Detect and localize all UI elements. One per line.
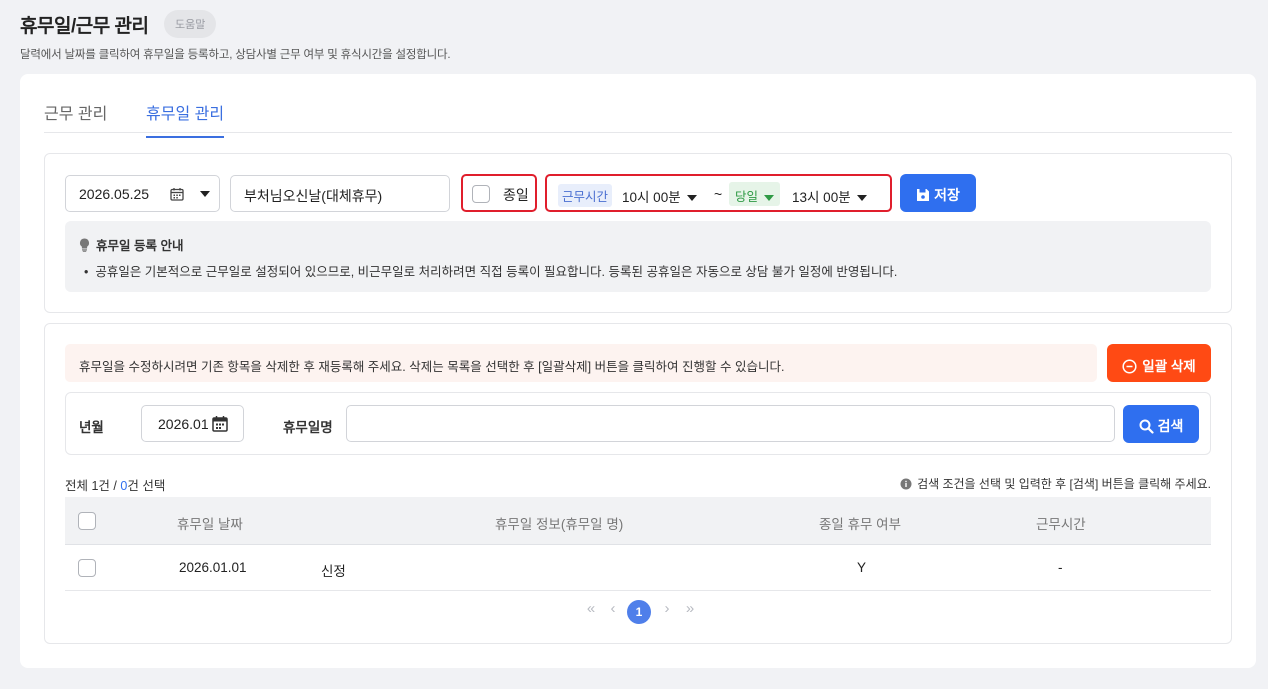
- date-picker[interactable]: 2026.05.25: [65, 175, 220, 212]
- holiday-register-section: 2026.05.25 부처님오신날(대체휴무) 종일 근무시간 10시 00분 …: [44, 153, 1232, 313]
- holiday-name-search-input[interactable]: [346, 405, 1115, 442]
- save-label: 저장: [934, 187, 960, 203]
- select-all-checkbox[interactable]: [78, 512, 96, 530]
- time-separator: ~: [714, 186, 723, 202]
- row-checkbox[interactable]: [78, 559, 96, 577]
- first-page-button[interactable]: «: [580, 600, 602, 624]
- column-header: 종일 휴무 여부: [819, 517, 902, 532]
- selected-count-text: 건 선택: [127, 479, 166, 493]
- holiday-notice: 휴무일 등록 안내 • 공휴일은 기본적으로 근무일로 설정되어 있으므로, 비…: [65, 221, 1211, 292]
- floppy-disk-icon: [917, 189, 930, 201]
- page-description: 달력에서 날짜를 클릭하여 휴무일을 등록하고, 상담사별 근무 여부 및 휴식…: [20, 49, 451, 61]
- date-value: 2026.05.25: [79, 186, 150, 202]
- last-page-button[interactable]: »: [679, 600, 701, 624]
- year-month-value: 2026.01: [158, 416, 209, 432]
- edit-warning: 휴무일을 수정하시려면 기존 항목을 삭제한 후 재등록해 주세요. 삭제는 목…: [65, 344, 1097, 382]
- holiday-name-input[interactable]: 부처님오신날(대체휴무): [230, 175, 450, 212]
- bulk-delete-label: 일괄 삭제: [1142, 359, 1196, 374]
- tab-bar: 근무 관리 휴무일 관리: [44, 74, 1232, 138]
- notice-text: 공휴일은 기본적으로 근무일로 설정되어 있으므로, 비근무일로 처리하려면 직…: [95, 265, 898, 279]
- total-count: 전체 1건: [65, 479, 110, 493]
- search-label: 검색: [1157, 418, 1184, 434]
- count-separator: /: [113, 479, 117, 493]
- bulk-delete-button[interactable]: 일괄 삭제: [1107, 344, 1211, 382]
- column-header: 휴무일 날짜: [177, 517, 243, 532]
- work-time-group: 근무시간 10시 00분 ~ 당일 13시 00분: [545, 174, 892, 212]
- result-count: 전체 1건 / 0건 선택: [65, 475, 165, 494]
- save-button[interactable]: 저장: [900, 174, 976, 212]
- year-month-label: 년월: [79, 420, 104, 435]
- chevron-down-icon: [764, 194, 775, 201]
- start-time-value: 10시 00분: [622, 190, 681, 205]
- end-time-value: 13시 00분: [792, 190, 851, 205]
- page-header: 휴무일/근무 관리 도움말: [20, 10, 217, 38]
- row-holiday-name: 신정: [321, 564, 346, 579]
- day-option-select[interactable]: 당일: [729, 182, 781, 206]
- row-work-time: -: [1058, 560, 1063, 575]
- table-row[interactable]: 2026.01.01 신정 Y -: [65, 545, 1211, 591]
- chevron-down-icon: [686, 195, 697, 202]
- search-hint: 검색 조건을 선택 및 입력한 후 [검색] 버튼을 클릭해 주세요.: [900, 475, 1211, 492]
- end-time-select[interactable]: 13시 00분: [792, 186, 867, 206]
- lightbulb-icon: [79, 238, 90, 252]
- allday-label: 종일: [503, 187, 529, 203]
- start-time-select[interactable]: 10시 00분: [622, 186, 697, 206]
- column-header: 휴무일 정보(휴무일 명): [495, 517, 624, 532]
- row-date: 2026.01.01: [179, 560, 247, 575]
- chevron-down-icon: [856, 195, 867, 202]
- prev-page-button[interactable]: ‹: [602, 600, 624, 624]
- work-time-tag: 근무시간: [558, 184, 613, 207]
- search-hint-text: 검색 조건을 선택 및 입력한 후 [검색] 버튼을 클릭해 주세요.: [917, 477, 1211, 491]
- allday-checkbox[interactable]: [472, 185, 490, 203]
- search-icon: [1139, 419, 1154, 434]
- help-button[interactable]: 도움말: [164, 10, 217, 38]
- holiday-name-label: 휴무일명: [283, 420, 333, 435]
- next-page-button[interactable]: ›: [656, 600, 678, 624]
- row-allday: Y: [857, 560, 867, 575]
- tab-holiday-management[interactable]: 휴무일 관리: [146, 100, 225, 138]
- info-icon: [900, 478, 912, 490]
- calendar-icon: [212, 415, 228, 435]
- page-number-button[interactable]: 1: [627, 600, 651, 624]
- holiday-list-section: 휴무일을 수정하시려면 기존 항목을 삭제한 후 재등록해 주세요. 삭제는 목…: [44, 323, 1232, 644]
- calendar-icon: [170, 187, 184, 204]
- minus-circle-icon: [1122, 359, 1137, 374]
- column-header: 근무시간: [1036, 517, 1086, 532]
- allday-checkbox-group[interactable]: 종일: [461, 174, 537, 212]
- search-bar: 년월 2026.01 휴무일명 검색: [65, 392, 1211, 455]
- page-title: 휴무일/근무 관리: [20, 15, 149, 37]
- tab-work-management[interactable]: 근무 관리: [44, 100, 107, 136]
- notice-text-row: • 공휴일은 기본적으로 근무일로 설정되어 있으므로, 비근무일로 처리하려면…: [84, 265, 898, 279]
- notice-title: 휴무일 등록 안내: [96, 239, 184, 253]
- year-month-picker[interactable]: 2026.01: [141, 405, 244, 442]
- notice-title-row: 휴무일 등록 안내: [79, 235, 183, 254]
- chevron-down-icon: [200, 191, 210, 197]
- search-button[interactable]: 검색: [1123, 405, 1199, 443]
- table-header: 휴무일 날짜 휴무일 정보(휴무일 명) 종일 휴무 여부 근무시간: [65, 497, 1211, 545]
- main-card: 근무 관리 휴무일 관리 2026.05.25 부처님오신날(대체휴무) 종일 …: [20, 74, 1256, 668]
- day-option-value: 당일: [735, 190, 759, 204]
